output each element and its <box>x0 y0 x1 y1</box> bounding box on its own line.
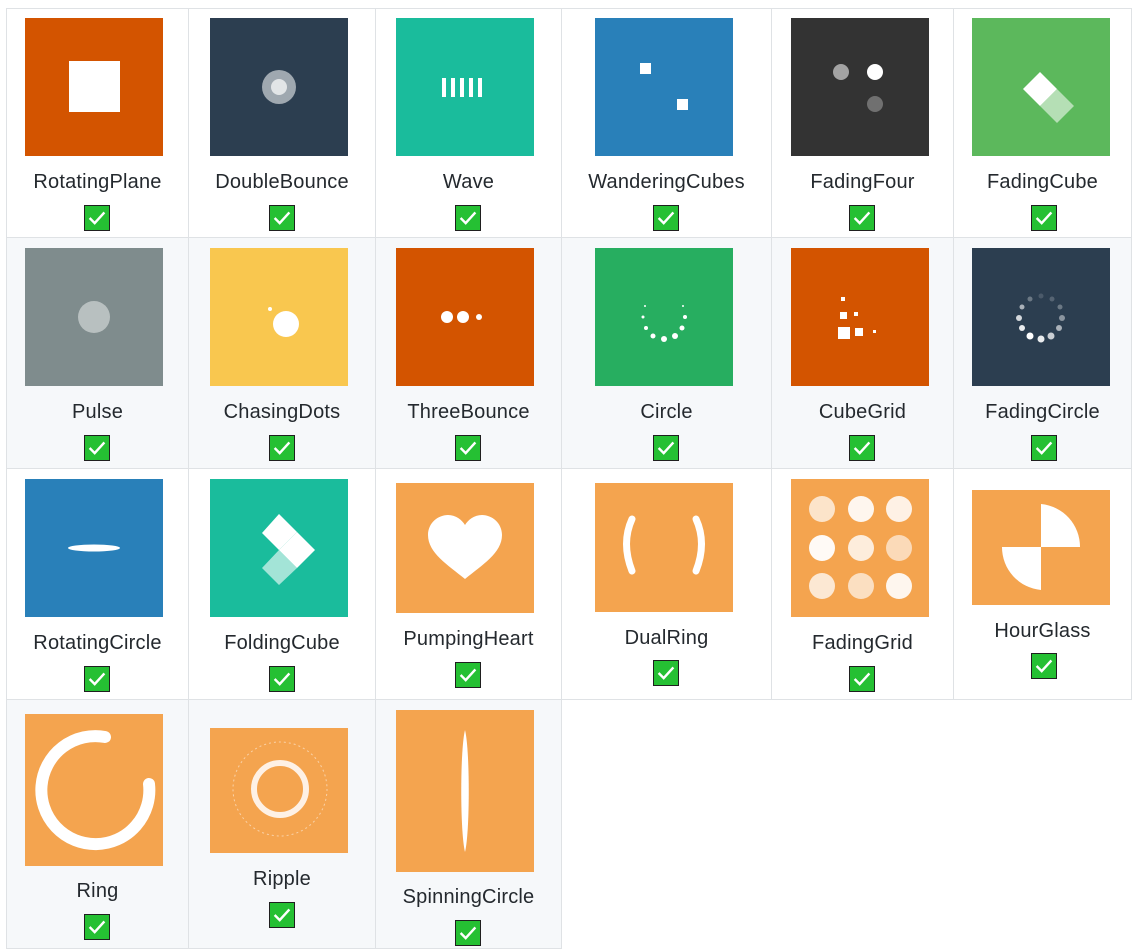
spinner-cell-ripple: Ripple <box>188 699 376 949</box>
spinner-cell-fading-cube: FadingCube <box>953 8 1132 238</box>
spinner-label: WanderingCubes <box>588 171 745 193</box>
checkmark-icon <box>269 435 295 461</box>
wave-icon <box>396 18 534 156</box>
folding-cube-icon <box>210 479 348 617</box>
spinner-label: RotatingPlane <box>33 171 162 193</box>
spinner-label: SpinningCircle <box>402 886 535 908</box>
ring-icon <box>25 714 163 866</box>
spinner-label: RotatingCircle <box>33 632 162 654</box>
spinner-cell-spinning-circle: SpinningCircle <box>375 699 562 949</box>
chasing-dots-icon <box>210 248 348 386</box>
checkmark-icon <box>849 205 875 231</box>
checkmark-icon <box>1031 653 1057 679</box>
spinner-cell-rotating-circle: RotatingCircle <box>6 468 189 700</box>
hour-glass-icon <box>972 490 1110 605</box>
spinner-gallery-table: RotatingPlane DoubleBounce Wave Wanderin… <box>0 0 1132 949</box>
spinner-label: Pulse <box>71 401 124 423</box>
wandering-cubes-icon <box>595 18 733 156</box>
checkmark-icon <box>849 435 875 461</box>
checkmark-icon <box>455 920 481 946</box>
spinner-label: PumpingHeart <box>403 628 534 650</box>
rotating-plane-icon <box>25 18 163 156</box>
double-bounce-icon <box>210 18 348 156</box>
rotating-circle-icon <box>25 479 163 617</box>
checkmark-icon <box>455 435 481 461</box>
checkmark-icon <box>653 205 679 231</box>
spinner-cell-hour-glass: HourGlass <box>953 468 1132 700</box>
spinner-label: Ripple <box>253 868 311 890</box>
fading-grid-icon <box>791 479 929 617</box>
spinner-label: CubeGrid <box>818 401 907 423</box>
checkmark-icon <box>653 435 679 461</box>
spinner-cell-pumping-heart: PumpingHeart <box>375 468 562 700</box>
dual-ring-icon <box>595 483 733 612</box>
spinner-cell-double-bounce: DoubleBounce <box>188 8 376 238</box>
fading-cube-icon <box>972 18 1110 156</box>
checkmark-icon <box>455 662 481 688</box>
spinner-label: Circle <box>640 401 693 423</box>
spinner-cell-three-bounce: ThreeBounce <box>375 237 562 469</box>
spinner-cell-fading-grid: FadingGrid <box>771 468 954 700</box>
ripple-icon <box>210 728 348 853</box>
spinner-label: DoubleBounce <box>215 171 349 193</box>
checkmark-icon <box>84 435 110 461</box>
checkmark-icon <box>455 205 481 231</box>
checkmark-icon <box>269 666 295 692</box>
checkmark-icon <box>84 666 110 692</box>
checkmark-icon <box>269 902 295 928</box>
three-bounce-icon <box>396 248 534 386</box>
checkmark-icon <box>269 205 295 231</box>
spinner-cell-circle: Circle <box>561 237 772 469</box>
spinner-label: FoldingCube <box>224 632 340 654</box>
circle-icon <box>595 248 733 386</box>
spinner-label: ThreeBounce <box>407 401 530 423</box>
fading-circle-icon <box>972 248 1110 386</box>
spinning-circle-icon <box>396 710 534 872</box>
checkmark-icon <box>849 666 875 692</box>
pumping-heart-icon <box>396 483 534 613</box>
cube-grid-icon <box>791 248 929 386</box>
spinner-label: FadingCube <box>987 171 1098 193</box>
spinner-cell-ring: Ring <box>6 699 189 949</box>
spinner-label: Ring <box>76 880 119 902</box>
checkmark-icon <box>84 914 110 940</box>
spinner-label: FadingCircle <box>985 401 1100 423</box>
spinner-cell-rotating-plane: RotatingPlane <box>6 8 189 238</box>
spinner-label: FadingGrid <box>812 632 913 654</box>
spinner-cell-folding-cube: FoldingCube <box>188 468 376 700</box>
spinner-label: DualRing <box>624 627 709 649</box>
spinner-cell-wandering-cubes: WanderingCubes <box>561 8 772 238</box>
checkmark-icon <box>1031 205 1057 231</box>
spinner-cell-fading-four: FadingFour <box>771 8 954 238</box>
spinner-cell-fading-circle: FadingCircle <box>953 237 1132 469</box>
spinner-cell-cube-grid: CubeGrid <box>771 237 954 469</box>
pulse-icon <box>25 248 163 386</box>
spinner-cell-dual-ring: DualRing <box>561 468 772 700</box>
fading-four-icon <box>791 18 929 156</box>
checkmark-icon <box>84 205 110 231</box>
spinner-cell-pulse: Pulse <box>6 237 189 469</box>
spinner-label: FadingFour <box>810 171 915 193</box>
spinner-label: Wave <box>442 171 495 193</box>
checkmark-icon <box>653 660 679 686</box>
spinner-cell-wave: Wave <box>375 8 562 238</box>
spinner-label: HourGlass <box>994 620 1091 642</box>
checkmark-icon <box>1031 435 1057 461</box>
spinner-label: ChasingDots <box>223 401 341 423</box>
spinner-cell-chasing-dots: ChasingDots <box>188 237 376 469</box>
